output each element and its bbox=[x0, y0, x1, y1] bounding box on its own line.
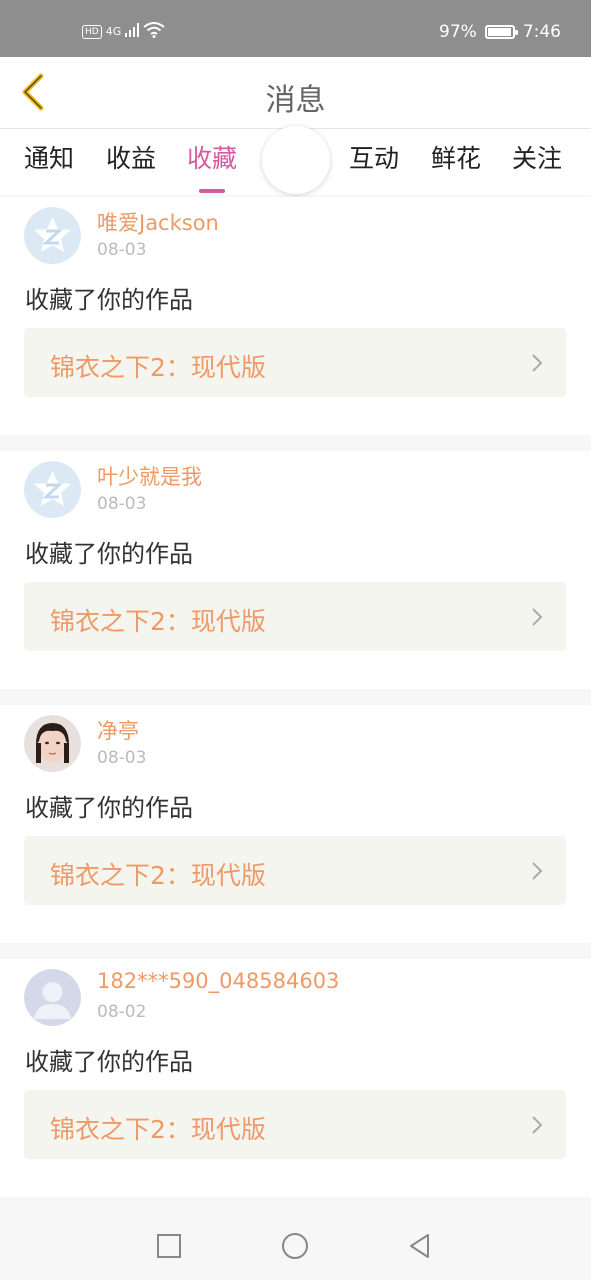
action-text: 收藏了你的作品 bbox=[25, 286, 193, 314]
work-link[interactable]: 锦衣之下2：现代版 bbox=[24, 582, 566, 651]
avatar[interactable] bbox=[24, 969, 81, 1026]
chevron-right-icon bbox=[532, 862, 543, 880]
action-text: 收藏了你的作品 bbox=[25, 794, 193, 822]
network-label: 4G bbox=[105, 25, 122, 38]
username[interactable]: 唯爱Jackson bbox=[97, 207, 219, 237]
message-card: 净亭 08-03 收藏了你的作品 锦衣之下2：现代版 bbox=[0, 705, 591, 943]
work-title: 锦衣之下2：现代版 bbox=[50, 1115, 266, 1144]
tab-label: 鲜花 bbox=[431, 144, 482, 173]
tab-label: 收藏 bbox=[187, 144, 238, 173]
circle-icon bbox=[282, 1233, 308, 1259]
person-avatar-icon bbox=[24, 969, 81, 1026]
work-link[interactable]: 锦衣之下2：现代版 bbox=[24, 328, 566, 397]
active-tab-indicator bbox=[199, 189, 226, 193]
header: 消息 bbox=[0, 57, 591, 129]
floating-button[interactable] bbox=[262, 126, 330, 194]
wifi-icon bbox=[143, 22, 165, 41]
triangle-back-icon bbox=[410, 1234, 429, 1258]
square-icon bbox=[157, 1234, 181, 1258]
system-nav-bar bbox=[0, 1212, 591, 1280]
tab-label: 互动 bbox=[349, 144, 400, 173]
work-link[interactable]: 锦衣之下2：现代版 bbox=[24, 1090, 566, 1159]
username[interactable]: 182***590_048584603 bbox=[97, 969, 339, 993]
action-text: 收藏了你的作品 bbox=[25, 1048, 193, 1076]
work-title: 锦衣之下2：现代版 bbox=[50, 353, 266, 382]
hd-badge: HD bbox=[82, 24, 102, 39]
clock: 7:46 bbox=[522, 22, 561, 42]
signal-icon bbox=[125, 23, 140, 40]
battery-icon bbox=[484, 25, 518, 39]
avatar[interactable] bbox=[24, 715, 81, 772]
avatar[interactable] bbox=[24, 461, 81, 518]
qq-default-avatar-icon bbox=[24, 461, 81, 518]
tab-label: 收益 bbox=[106, 144, 157, 173]
tab-label: 通知 bbox=[24, 144, 75, 173]
avatar[interactable] bbox=[24, 207, 81, 264]
status-left: HD 4G bbox=[82, 22, 165, 41]
chevron-right-icon bbox=[532, 608, 543, 626]
message-date: 08-03 bbox=[97, 240, 147, 260]
message-card: 唯爱Jackson 08-03 收藏了你的作品 锦衣之下2：现代版 bbox=[0, 197, 591, 435]
action-text: 收藏了你的作品 bbox=[25, 540, 193, 568]
status-right: 97% 7:46 bbox=[439, 22, 561, 42]
message-date: 08-03 bbox=[97, 748, 147, 768]
photo-avatar-icon bbox=[24, 715, 81, 772]
message-card: 182***590_048584603 08-02 收藏了你的作品 锦衣之下2：… bbox=[0, 959, 591, 1197]
message-card: 叶少就是我 08-03 收藏了你的作品 锦衣之下2：现代版 bbox=[0, 451, 591, 689]
work-link[interactable]: 锦衣之下2：现代版 bbox=[24, 836, 566, 905]
work-title: 锦衣之下2：现代版 bbox=[50, 607, 266, 636]
tab-label: 关注 bbox=[512, 144, 563, 173]
username[interactable]: 叶少就是我 bbox=[97, 461, 202, 491]
qq-default-avatar-icon bbox=[24, 207, 81, 264]
tab-flowers[interactable]: 鲜花 bbox=[431, 139, 481, 187]
tab-following[interactable]: 关注 bbox=[512, 139, 562, 187]
page-title: 消息 bbox=[265, 83, 326, 118]
chevron-right-icon bbox=[532, 1116, 543, 1134]
recent-apps-button[interactable] bbox=[155, 1232, 183, 1260]
username[interactable]: 净亭 bbox=[97, 715, 139, 745]
chevron-right-icon bbox=[532, 354, 543, 372]
message-date: 08-02 bbox=[97, 1002, 147, 1022]
tab-notifications[interactable]: 通知 bbox=[24, 139, 74, 187]
status-bar: HD 4G 97% 7:46 bbox=[0, 0, 591, 57]
battery-percent: 97% bbox=[439, 22, 477, 42]
tab-favorites[interactable]: 收藏 bbox=[187, 139, 238, 193]
tab-interactions[interactable]: 互动 bbox=[349, 139, 399, 187]
message-date: 08-03 bbox=[97, 494, 147, 514]
tab-earnings[interactable]: 收益 bbox=[106, 139, 156, 187]
back-nav-button[interactable] bbox=[406, 1232, 434, 1260]
work-title: 锦衣之下2：现代版 bbox=[50, 861, 266, 890]
home-button[interactable] bbox=[281, 1232, 309, 1260]
